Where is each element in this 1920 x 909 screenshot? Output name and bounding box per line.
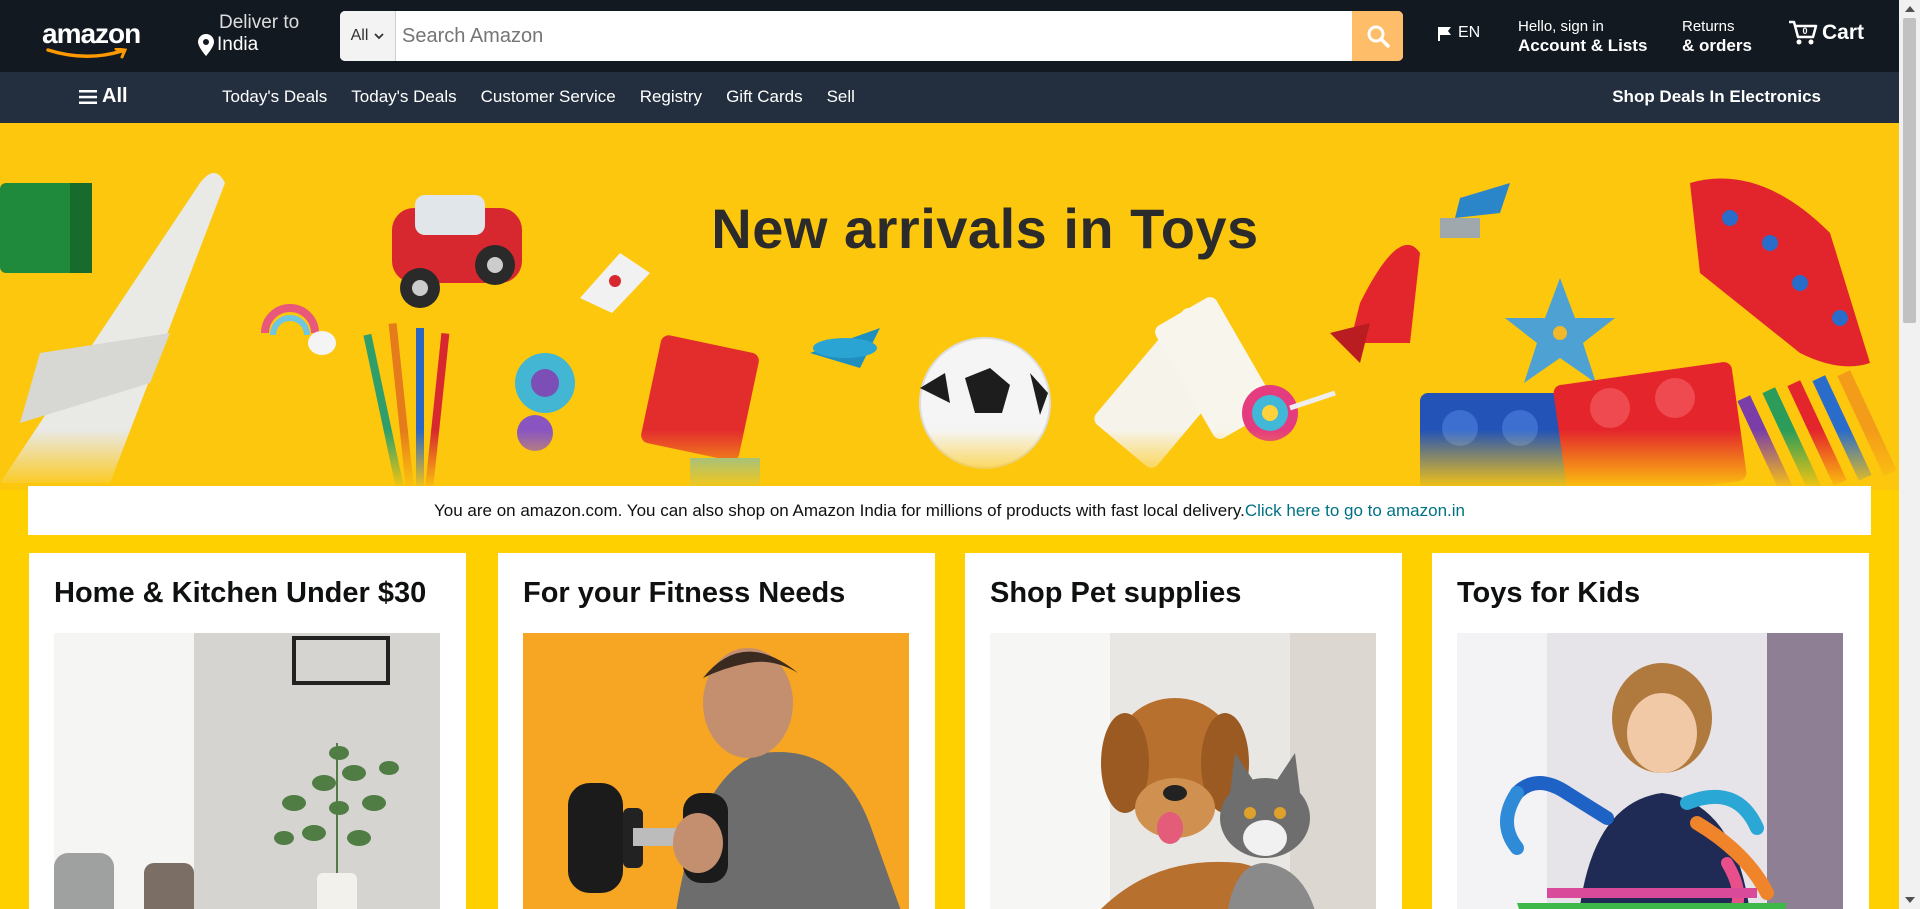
fitness-illustration [523,633,909,909]
account-and-lists[interactable]: Hello, sign in Account & Lists [1518,18,1647,56]
all-menu-label: All [102,85,128,107]
page-scrollbar[interactable] [1899,0,1920,909]
search-input[interactable] [396,11,1352,61]
nav-link-registry[interactable]: Registry [640,87,702,107]
search-category-label: All [350,27,369,44]
deliver-label: Deliver to [219,12,300,33]
nav-link-todays-deals[interactable]: Today's Deals [222,87,327,107]
fitness-image[interactable] [523,633,909,909]
nav-link-sell[interactable]: Sell [827,87,855,107]
card-home-kitchen[interactable]: Home & Kitchen Under $30 [29,553,466,909]
nav-links: Today's Deals Today's Deals Customer Ser… [222,87,855,107]
hero-title: New arrivals in Toys [711,197,1259,260]
card-title: Shop Pet supplies [990,577,1242,609]
cart-count: 0 [1802,26,1807,36]
cart-icon: 0 [1789,20,1818,45]
scroll-up-arrow-icon[interactable] [1905,6,1915,12]
hero-fade [0,430,1899,490]
nav-link-todays-deals-2[interactable]: Today's Deals [351,87,456,107]
nav-bar: All Today's Deals Today's Deals Customer… [0,72,1899,123]
deliver-to-location[interactable]: Deliver to India [198,12,299,56]
returns-and-orders[interactable]: Returns & orders [1682,18,1752,56]
nav-link-gift-cards[interactable]: Gift Cards [726,87,803,107]
card-pet-supplies[interactable]: Shop Pet supplies [965,553,1402,909]
amazon-in-link[interactable]: Click here to go to amazon.in [1245,501,1465,520]
account-greeting: Hello, sign in [1518,18,1604,35]
home-plant-illustration [54,633,440,909]
cart-label: Cart [1822,21,1865,44]
hamburger-menu-icon [79,89,97,104]
orders-label: & orders [1682,36,1752,55]
card-title: Toys for Kids [1457,577,1641,609]
kid-playing-illustration [1457,633,1843,909]
search-button[interactable] [1352,11,1403,61]
region-notice-text: You are on amazon.com. You can also shop… [434,501,1245,520]
shop-deals-electronics-link[interactable]: Shop Deals In Electronics [1612,87,1821,107]
top-header: amazon Deliver to India All Search Amazo… [0,0,1899,72]
card-toys-for-kids[interactable]: Toys for Kids [1432,553,1869,909]
card-title: Home & Kitchen Under $30 [54,577,427,609]
language-label: EN [1458,24,1481,41]
deliver-location: India [217,34,259,55]
card-title: For your Fitness Needs [523,577,846,609]
amazon-logo[interactable]: amazon [42,18,157,59]
search-icon [1367,25,1390,48]
language-selector[interactable]: EN [1437,24,1480,42]
region-notice: You are on amazon.com. You can also shop… [28,486,1871,535]
pets-illustration [990,633,1376,909]
card-fitness[interactable]: For your Fitness Needs [498,553,935,909]
returns-label: Returns [1682,18,1735,35]
cart-button[interactable]: 0 Cart [1788,20,1864,46]
nav-link-customer-service[interactable]: Customer Service [481,87,616,107]
scrollbar-thumb[interactable] [1903,18,1916,323]
logo-wordmark: amazon [42,18,141,49]
scroll-down-arrow-icon[interactable] [1905,897,1915,903]
account-label: Account & Lists [1518,36,1648,55]
hero-banner[interactable]: New arrivals in Toys [0,123,1899,490]
logo-smile-icon [46,48,128,59]
flag-icon [1438,26,1451,41]
all-menu-button[interactable]: All [79,85,128,108]
search-category-select[interactable]: All [340,11,396,61]
home-kitchen-image[interactable] [54,633,440,909]
search-bar: All [340,11,1403,61]
chevron-down-icon [374,32,385,39]
location-pin-icon [198,34,214,56]
pet-supplies-image[interactable] [990,633,1376,909]
toys-for-kids-image[interactable] [1457,633,1843,909]
